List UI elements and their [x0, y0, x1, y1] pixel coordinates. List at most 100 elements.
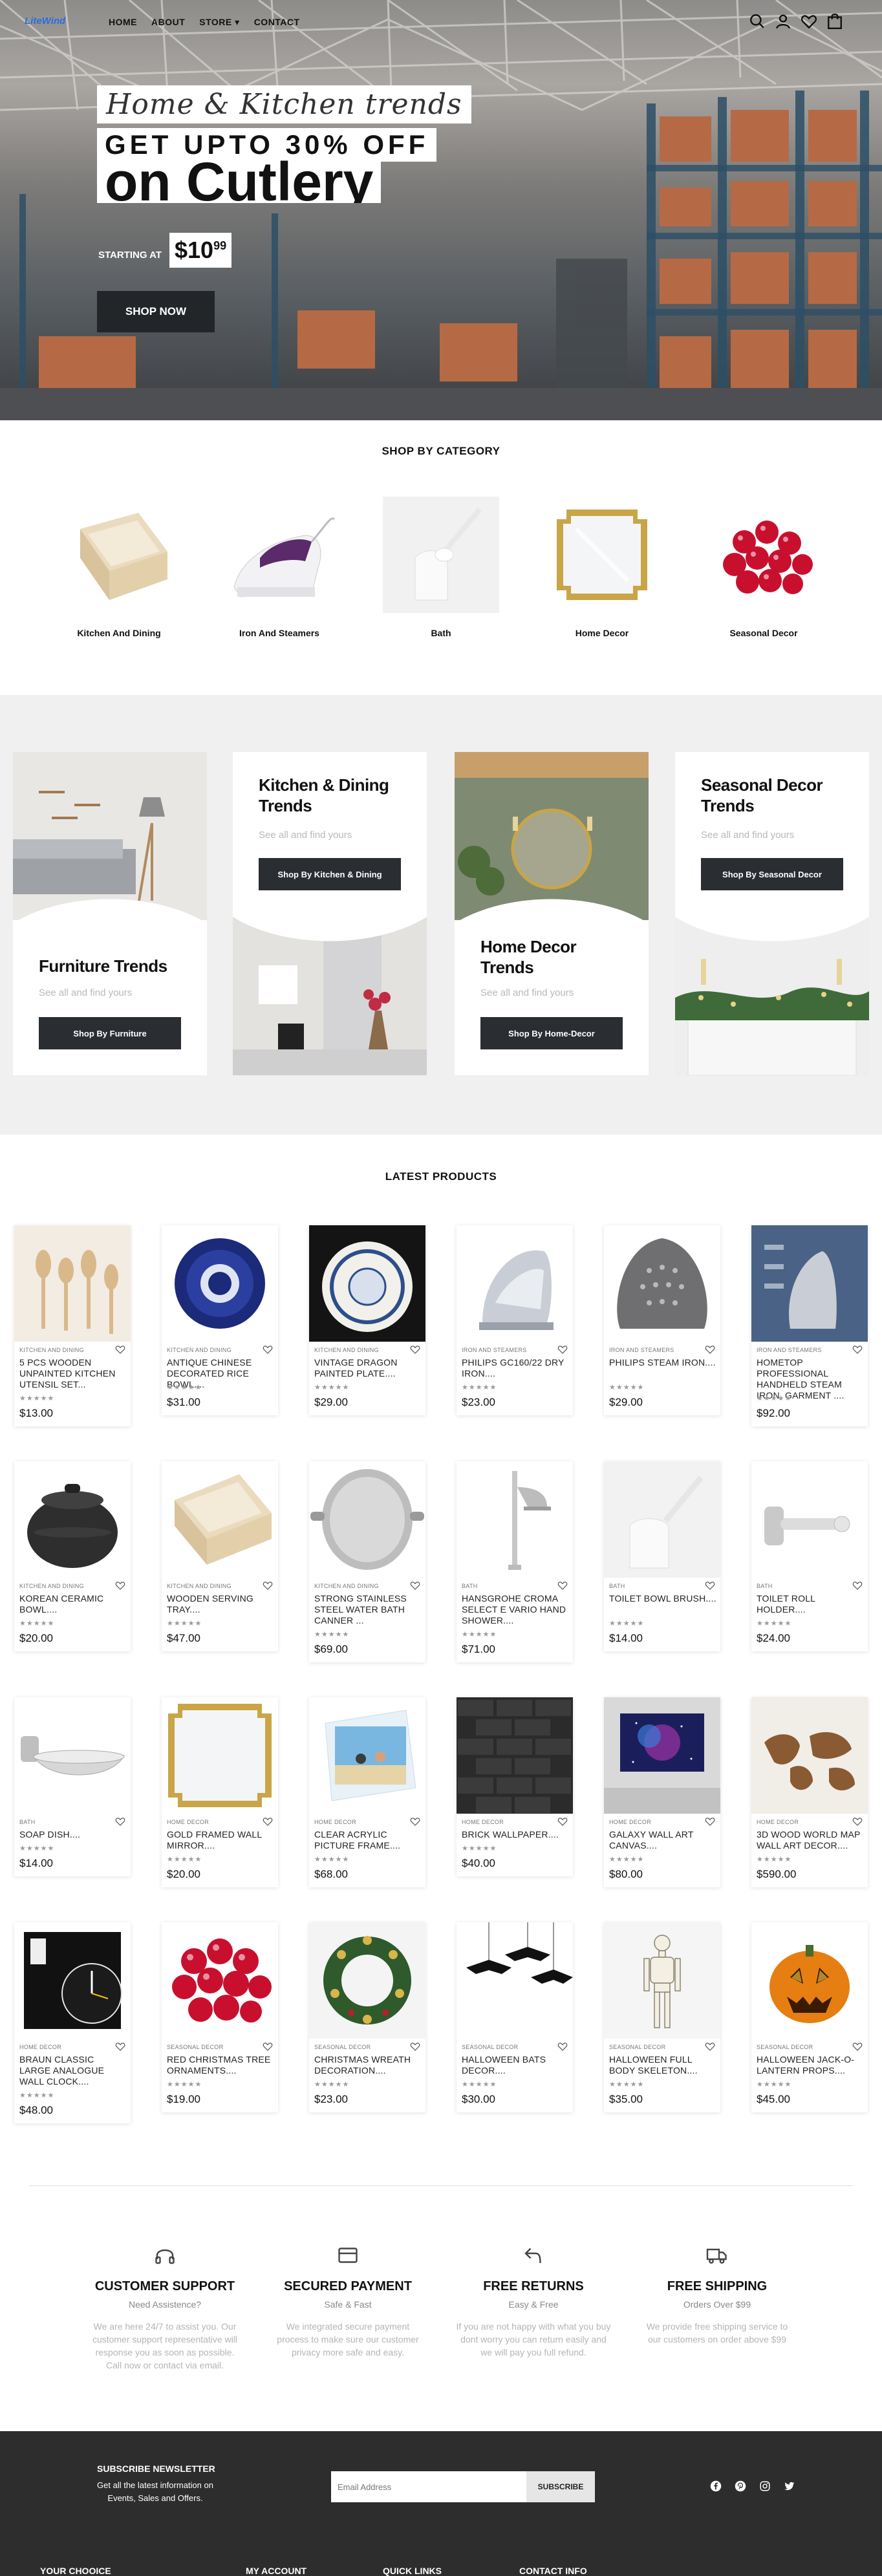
product-image[interactable]	[309, 1922, 425, 2039]
nav-home[interactable]: HOME	[109, 17, 137, 28]
product-name[interactable]: WOODEN SERVING TRAY....	[167, 1593, 274, 1615]
product-name[interactable]: TOILET ROLL HOLDER....	[757, 1593, 864, 1615]
product-name[interactable]: 5 PCS WOODEN UNPAINTED KITCHEN UTENSIL S…	[19, 1357, 127, 1390]
product-image[interactable]	[14, 1461, 131, 1578]
product-card[interactable]: HOME DECOR CLEAR ACRYLIC PICTURE FRAME...…	[309, 1697, 425, 1887]
category-bath[interactable]: Bath	[376, 497, 506, 638]
product-card[interactable]: KITCHEN AND DINING ANTIQUE CHINESE DECORA…	[162, 1225, 278, 1415]
product-card[interactable]: HOME DECOR GOLD FRAMED WALL MIRROR.... ★★★…	[162, 1697, 278, 1887]
product-image[interactable]	[309, 1461, 425, 1578]
wishlist-heart-icon[interactable]	[705, 2041, 715, 2052]
product-card[interactable]: HOME DECOR BRICK WALLPAPER.... ★★★★★ $40.00	[457, 1697, 573, 1876]
wishlist-heart-icon[interactable]	[115, 2041, 125, 2052]
product-name[interactable]: HALLOWEEN FULL BODY SKELETON....	[609, 2054, 716, 2076]
product-card[interactable]: HOME DECOR 3D WOOD WORLD MAP WALL ART DEC…	[751, 1697, 868, 1887]
wishlist-heart-icon[interactable]	[852, 1580, 863, 1591]
wishlist-heart-icon[interactable]	[263, 1580, 273, 1591]
nav-contact[interactable]: CONTACT	[254, 17, 300, 28]
product-image[interactable]	[751, 1461, 868, 1578]
product-image[interactable]	[604, 1225, 720, 1342]
product-name[interactable]: HALLOWEEN JACK-O-LANTERN PROPS....	[757, 2054, 864, 2076]
product-name[interactable]: GALAXY WALL ART CANVAS....	[609, 1829, 716, 1851]
product-name[interactable]: PHILIPS STEAM IRON....	[609, 1357, 716, 1368]
product-card[interactable]: IRON AND STEAMERS PHILIPS STEAM IRON.... ★…	[604, 1225, 720, 1415]
category-seasonal-decor[interactable]: Seasonal Decor	[699, 497, 828, 638]
product-name[interactable]: KOREAN CERAMIC BOWL....	[19, 1593, 127, 1615]
product-image[interactable]	[751, 1225, 868, 1342]
product-image[interactable]	[457, 1697, 573, 1814]
wishlist-heart-icon[interactable]	[705, 1344, 715, 1355]
product-name[interactable]: CHRISTMAS WREATH DECORATION....	[314, 2054, 422, 2076]
product-card[interactable]: SEASONAL DECOR HALLOWEEN FULL BODY SKELET…	[604, 1922, 720, 2112]
wishlist-heart-icon[interactable]	[705, 1816, 715, 1827]
search-icon[interactable]	[749, 13, 766, 30]
wishlist-heart-icon[interactable]	[410, 1344, 420, 1355]
product-name[interactable]: SOAP DISH....	[19, 1829, 127, 1840]
product-card[interactable]: BATH TOILET ROLL HOLDER.... ★★★★★ $24.00	[751, 1461, 868, 1651]
product-name[interactable]: GOLD FRAMED WALL MIRROR....	[167, 1829, 274, 1851]
facebook-icon[interactable]	[710, 2480, 722, 2492]
product-card[interactable]: SEASONAL DECOR RED CHRISTMAS TREE ORNAMEN…	[162, 1922, 278, 2112]
product-name[interactable]: 3D WOOD WORLD MAP WALL ART DECOR....	[757, 1829, 864, 1851]
product-card[interactable]: BATH HANSGROHE CROMA SELECT E VARIO HAND …	[457, 1461, 573, 1662]
shop-by-kitchen-button[interactable]: Shop By Kitchen & Dining	[259, 858, 401, 890]
shop-by-furniture-button[interactable]: Shop By Furniture	[39, 1017, 181, 1049]
twitter-icon[interactable]	[784, 2480, 795, 2492]
wishlist-heart-icon[interactable]	[115, 1580, 125, 1591]
product-card[interactable]: SEASONAL DECOR CHRISTMAS WREATH DECORATIO…	[309, 1922, 425, 2112]
product-card[interactable]: SEASONAL DECOR HALLOWEEN JACK-O-LANTERN P…	[751, 1922, 868, 2112]
user-icon[interactable]	[775, 13, 791, 30]
product-image[interactable]	[751, 1697, 868, 1814]
shop-now-button[interactable]: SHOP NOW	[97, 291, 215, 332]
product-name[interactable]: HANSGROHE CROMA SELECT E VARIO HAND SHOW…	[462, 1593, 569, 1626]
category-home-decor[interactable]: Home Decor	[537, 497, 667, 638]
product-image[interactable]	[309, 1697, 425, 1814]
product-card[interactable]: KITCHEN AND DINING WOODEN SERVING TRAY...…	[162, 1461, 278, 1651]
product-card[interactable]: HOME DECOR BRAUN CLASSIC LARGE ANALOGUE W…	[14, 1922, 131, 2123]
product-image[interactable]	[162, 1461, 278, 1578]
product-card[interactable]: IRON AND STEAMERS HOMETOP PROFESSIONAL HA…	[751, 1225, 868, 1426]
wishlist-heart-icon[interactable]	[263, 2041, 273, 2052]
product-name[interactable]: PHILIPS GC160/22 DRY IRON....	[462, 1357, 569, 1379]
wishlist-heart-icon[interactable]	[115, 1816, 125, 1827]
wishlist-heart-icon[interactable]	[263, 1816, 273, 1827]
shop-by-home-decor-button[interactable]: Shop By Home-Decor	[480, 1017, 623, 1049]
product-image[interactable]	[604, 1697, 720, 1814]
product-card[interactable]: KITCHEN AND DINING KOREAN CERAMIC BOWL...…	[14, 1461, 131, 1651]
category-iron-and-steamers[interactable]: Iron And Steamers	[215, 497, 344, 638]
wishlist-heart-icon[interactable]	[115, 1344, 125, 1355]
wishlist-heart-icon[interactable]	[410, 1580, 420, 1591]
product-image[interactable]	[751, 1922, 868, 2039]
product-image[interactable]	[14, 1697, 131, 1814]
product-image[interactable]	[309, 1225, 425, 1342]
wishlist-heart-icon[interactable]	[852, 1816, 863, 1827]
product-name[interactable]: BRAUN CLASSIC LARGE ANALOGUE WALL CLOCK.…	[19, 2054, 127, 2087]
wishlist-heart-icon[interactable]	[557, 1816, 568, 1827]
product-image[interactable]	[162, 1225, 278, 1342]
wishlist-heart-icon[interactable]	[557, 2041, 568, 2052]
product-card[interactable]: SEASONAL DECOR HALLOWEEN BATS DECOR.... ★★…	[457, 1922, 573, 2112]
wishlist-heart-icon[interactable]	[852, 1344, 863, 1355]
site-logo[interactable]: LiteWind	[25, 16, 65, 27]
product-card[interactable]: KITCHEN AND DINING VINTAGE DRAGON PAINTED…	[309, 1225, 425, 1415]
product-card[interactable]: IRON AND STEAMERS PHILIPS GC160/22 DRY IR…	[457, 1225, 573, 1415]
wishlist-heart-icon[interactable]	[705, 1580, 715, 1591]
product-image[interactable]	[162, 1922, 278, 2039]
product-image[interactable]	[457, 1922, 573, 2039]
heart-icon[interactable]	[801, 13, 817, 30]
product-image[interactable]	[457, 1461, 573, 1578]
product-card[interactable]: BATH TOILET BOWL BRUSH.... ★★★★★ $14.00	[604, 1461, 720, 1651]
product-name[interactable]: HALLOWEEN BATS DECOR....	[462, 2054, 569, 2076]
product-image[interactable]	[162, 1697, 278, 1814]
category-kitchen-and-dining[interactable]: Kitchen And Dining	[54, 497, 184, 638]
product-name[interactable]: TOILET BOWL BRUSH....	[609, 1593, 716, 1604]
product-card[interactable]: KITCHEN AND DINING 5 PCS WOODEN UNPAINTED…	[14, 1225, 131, 1426]
shop-by-seasonal-button[interactable]: Shop By Seasonal Decor	[701, 858, 843, 890]
newsletter-email-input[interactable]	[331, 2471, 526, 2502]
product-image[interactable]	[14, 1922, 131, 2039]
instagram-icon[interactable]	[759, 2480, 771, 2492]
shopping-bag-icon[interactable]	[826, 13, 843, 30]
product-name[interactable]: STRONG STAINLESS STEEL WATER BATH CANNER…	[314, 1593, 422, 1626]
subscribe-button[interactable]: SUBSCRIBE	[526, 2471, 595, 2502]
wishlist-heart-icon[interactable]	[557, 1580, 568, 1591]
